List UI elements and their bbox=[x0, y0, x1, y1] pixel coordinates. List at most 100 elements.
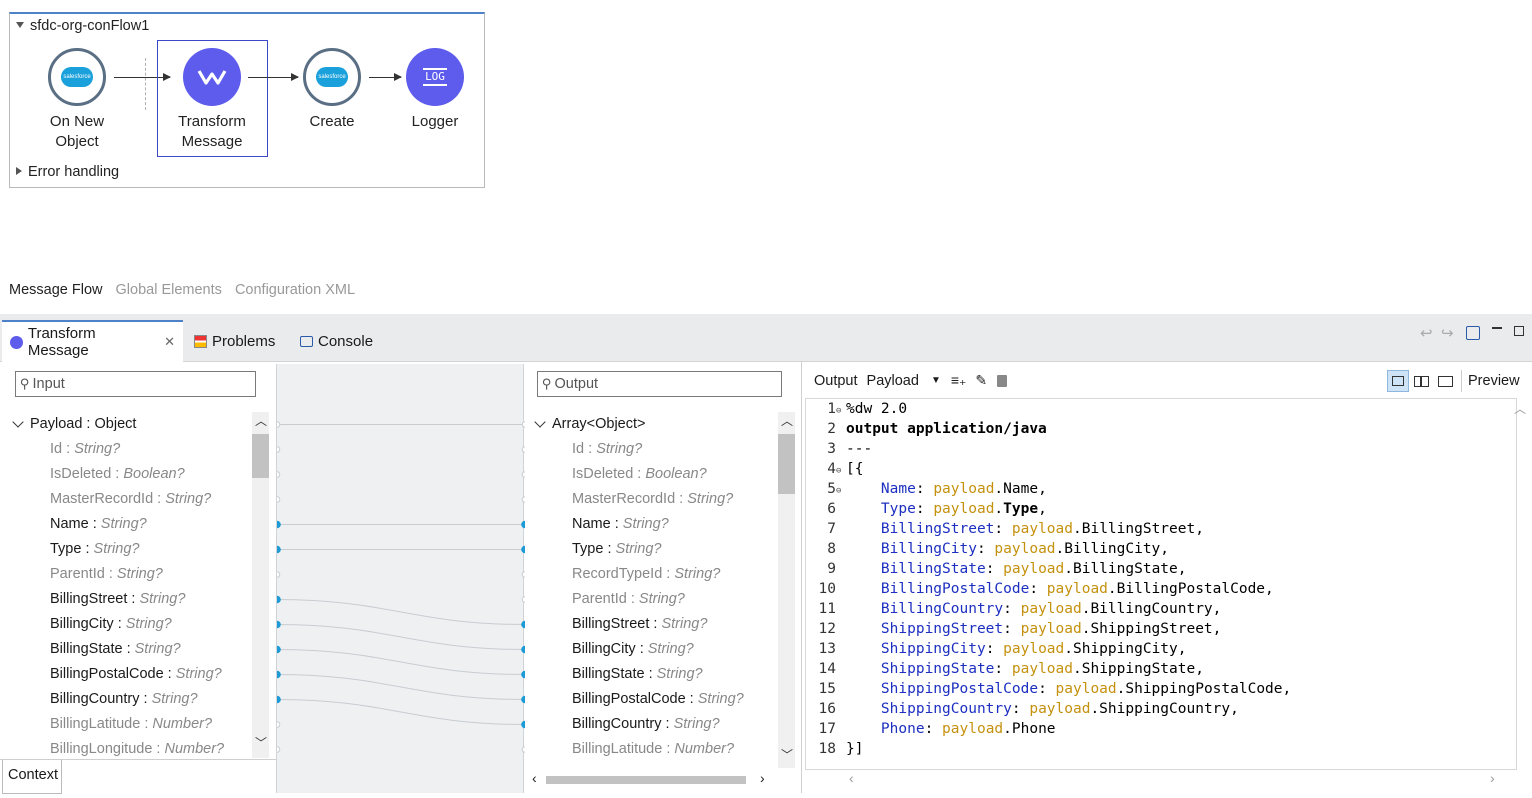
mapping-dot[interactable] bbox=[521, 645, 529, 654]
input-scrollbar[interactable]: ︿ ﹀ bbox=[252, 412, 269, 758]
redo-icon[interactable]: ↪ bbox=[1441, 324, 1454, 342]
expand-triangle-icon[interactable] bbox=[16, 167, 22, 175]
output-field-row[interactable]: Type : String? bbox=[572, 537, 661, 562]
input-tree-root[interactable]: Payload : Object bbox=[12, 412, 136, 437]
input-field-row[interactable]: BillingStreet : String? bbox=[50, 587, 185, 612]
mapping-dot[interactable] bbox=[273, 520, 281, 529]
edit-pencil-icon[interactable]: ✎ bbox=[975, 372, 987, 389]
input-field-row[interactable]: MasterRecordId : String? bbox=[50, 487, 211, 512]
mapping-dot-empty[interactable] bbox=[521, 596, 529, 603]
maximize-icon[interactable] bbox=[1514, 326, 1524, 336]
input-field-row[interactable]: BillingCountry : String? bbox=[50, 687, 198, 712]
mapping-line[interactable] bbox=[276, 674, 526, 700]
input-field-row[interactable]: Id : String? bbox=[50, 437, 120, 462]
mapping-dot[interactable] bbox=[521, 545, 529, 554]
tab-transform-message[interactable]: Transform Message ✕ bbox=[2, 320, 183, 362]
input-search-field[interactable]: ⚲ Input bbox=[15, 371, 256, 397]
scroll-left-icon[interactable]: ‹ bbox=[532, 770, 537, 786]
mapping-dot-empty[interactable] bbox=[273, 446, 281, 453]
mapping-line[interactable] bbox=[276, 624, 526, 650]
layout-text-only-icon[interactable] bbox=[1387, 370, 1409, 392]
tab-problems[interactable]: Problems bbox=[186, 320, 283, 362]
mapping-dot[interactable] bbox=[273, 695, 281, 704]
output-scrollbar[interactable]: ︿ ﹀ bbox=[778, 412, 795, 768]
undo-icon[interactable]: ↩ bbox=[1420, 324, 1433, 342]
mapping-dot[interactable] bbox=[521, 720, 529, 729]
output-field-row[interactable]: Id : String? bbox=[572, 437, 642, 462]
output-field-row[interactable]: BillingCity : String? bbox=[572, 637, 694, 662]
scrollbar-thumb[interactable] bbox=[546, 776, 746, 784]
input-field-row[interactable]: BillingState : String? bbox=[50, 637, 181, 662]
close-icon[interactable]: ✕ bbox=[164, 334, 175, 350]
output-field-row[interactable]: BillingCountry : String? bbox=[572, 712, 720, 737]
mapping-dot-empty[interactable] bbox=[273, 721, 281, 728]
layout-graph-icon[interactable] bbox=[1438, 376, 1453, 387]
mapping-dot[interactable] bbox=[273, 620, 281, 629]
output-field-row[interactable]: ParentId : String? bbox=[572, 587, 685, 612]
tab-global-elements[interactable]: Global Elements bbox=[116, 282, 222, 298]
mapping-dot[interactable] bbox=[521, 620, 529, 629]
mapping-dot-empty[interactable] bbox=[273, 496, 281, 503]
mapping-dot[interactable] bbox=[521, 695, 529, 704]
flow-node-create[interactable]: salesforce Create bbox=[282, 48, 382, 132]
output-field-row[interactable]: BillingPostalCode : String? bbox=[572, 687, 744, 712]
output-field-row[interactable]: IsDeleted : Boolean? bbox=[572, 462, 707, 487]
scroll-up-icon[interactable]: ︿ bbox=[1514, 400, 1526, 417]
mapping-dot-empty[interactable] bbox=[521, 571, 529, 578]
tab-message-flow[interactable]: Message Flow bbox=[9, 282, 102, 298]
input-field-row[interactable]: BillingCity : String? bbox=[50, 612, 172, 637]
output-field-row[interactable]: BillingStreet : String? bbox=[572, 612, 707, 637]
output-field-row[interactable]: Name : String? bbox=[572, 512, 669, 537]
input-field-row[interactable]: BillingPostalCode : String? bbox=[50, 662, 222, 687]
preview-button[interactable]: Preview bbox=[1468, 373, 1520, 389]
input-field-row[interactable]: IsDeleted : Boolean? bbox=[50, 462, 185, 487]
error-handling-section[interactable]: Error handling bbox=[16, 164, 119, 180]
input-field-row[interactable]: Name : String? bbox=[50, 512, 147, 537]
mapping-dot[interactable] bbox=[521, 520, 529, 529]
output-field-row[interactable]: BillingState : String? bbox=[572, 662, 703, 687]
scroll-left-icon[interactable]: ‹ bbox=[849, 770, 854, 786]
flow-header[interactable]: sfdc-org-conFlow1 bbox=[16, 18, 149, 34]
output-search-field[interactable]: ⚲ Output bbox=[537, 371, 782, 397]
mapping-dot-empty[interactable] bbox=[521, 496, 529, 503]
scrollbar-thumb[interactable] bbox=[778, 434, 795, 494]
scroll-right-icon[interactable]: › bbox=[760, 770, 765, 786]
save-icon[interactable] bbox=[1466, 326, 1480, 340]
mapping-line[interactable] bbox=[276, 599, 526, 625]
code-vscrollbar[interactable]: ︿ bbox=[1510, 398, 1528, 772]
dropdown-triangle-icon[interactable]: ▼ bbox=[931, 375, 941, 386]
fold-toggle-icon[interactable]: ⊖ bbox=[836, 481, 846, 501]
tab-configuration-xml[interactable]: Configuration XML bbox=[235, 282, 355, 298]
mapping-dot[interactable] bbox=[273, 595, 281, 604]
output-tree-root[interactable]: Array<Object> bbox=[534, 412, 646, 437]
scroll-up-icon[interactable]: ︿ bbox=[255, 412, 267, 429]
mapping-line[interactable] bbox=[276, 649, 526, 675]
chevron-down-icon[interactable] bbox=[12, 416, 24, 428]
mapping-dot-empty[interactable] bbox=[273, 746, 281, 753]
output-field-row[interactable]: RecordTypeId : String? bbox=[572, 562, 720, 587]
delete-trash-icon[interactable] bbox=[997, 374, 1008, 387]
input-field-row[interactable]: BillingLatitude : Number? bbox=[50, 712, 212, 737]
tab-context[interactable]: Context bbox=[2, 760, 62, 794]
code-hscrollbar[interactable]: ‹ › bbox=[845, 770, 1510, 790]
output-field-row[interactable]: BillingLatitude : Number? bbox=[572, 737, 734, 762]
mapping-dot[interactable] bbox=[273, 645, 281, 654]
mapping-dot-empty[interactable] bbox=[521, 446, 529, 453]
scroll-up-icon[interactable]: ︿ bbox=[781, 412, 793, 429]
fold-toggle-icon[interactable]: ⊖ bbox=[836, 401, 846, 421]
collapse-triangle-icon[interactable] bbox=[16, 22, 24, 28]
mapping-dot[interactable] bbox=[521, 670, 529, 679]
flow-node-transform-message[interactable]: Transform Message bbox=[162, 48, 262, 152]
output-hscrollbar[interactable]: ‹ › bbox=[526, 768, 796, 793]
input-field-row[interactable]: ParentId : String? bbox=[50, 562, 163, 587]
flow-node-logger[interactable]: LOG Logger bbox=[385, 48, 485, 132]
input-field-row[interactable]: Type : String? bbox=[50, 537, 139, 562]
mapping-dot-empty[interactable] bbox=[273, 571, 281, 578]
chevron-down-icon[interactable] bbox=[534, 416, 546, 428]
mapping-dot[interactable] bbox=[273, 670, 281, 679]
scroll-right-icon[interactable]: › bbox=[1490, 770, 1495, 786]
scroll-down-icon[interactable]: ﹀ bbox=[255, 734, 267, 751]
mapping-dot-empty[interactable] bbox=[521, 471, 529, 478]
scroll-down-icon[interactable]: ﹀ bbox=[781, 746, 793, 763]
add-output-icon[interactable]: ≡₊ bbox=[951, 372, 967, 389]
